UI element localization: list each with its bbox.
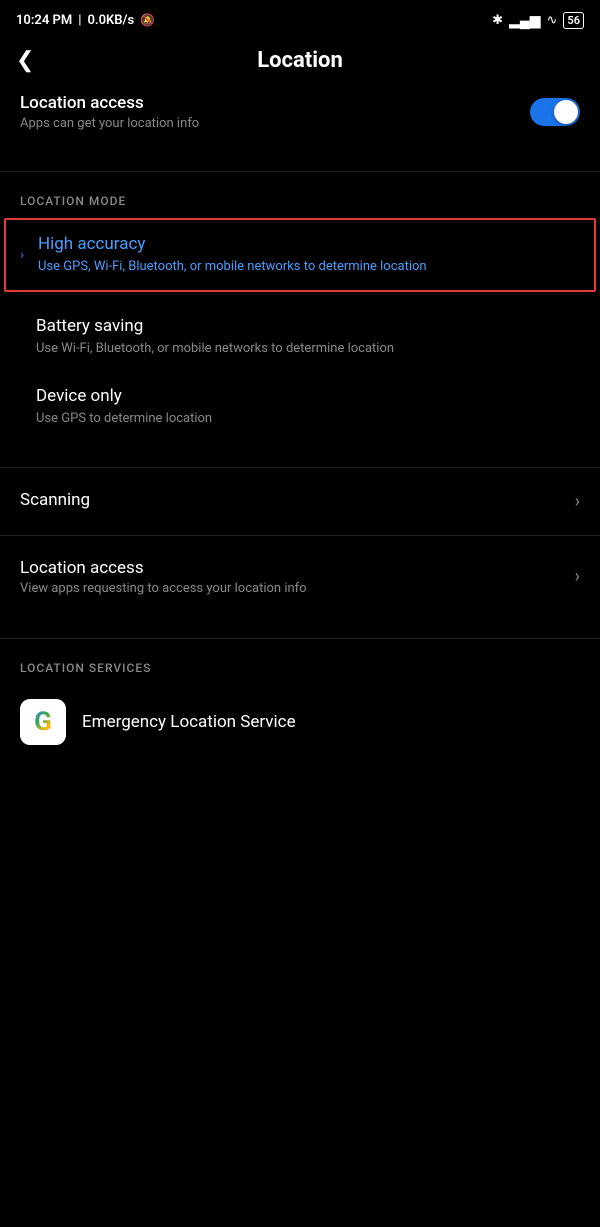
location-access-text: Location access Apps can get your locati… [20,93,199,131]
divider-1 [0,171,600,172]
network-speed: | [78,13,81,28]
high-accuracy-desc: Use GPS, Wi-Fi, Bluetooth, or mobile net… [38,258,574,276]
status-left: 10:24 PM | 0.0KB/s 🔕 [16,13,155,28]
scanning-menu-item[interactable]: Scanning › [0,472,600,531]
google-g-letter: G [34,707,52,737]
location-access-apps-text: Location access View apps requesting to … [20,558,307,596]
location-access-title: Location access [20,93,199,113]
location-access-chevron-icon: › [575,566,580,587]
location-mode-label: LOCATION MODE [0,176,600,218]
emergency-location-title: Emergency Location Service [82,712,296,732]
battery-saving-title: Battery saving [36,316,580,336]
emergency-location-item[interactable]: G Emergency Location Service [0,685,600,759]
device-only-title: Device only [36,386,580,406]
status-right: ✱ ▂▄▆ ∿ 56 [492,12,584,29]
mute-icon: 🔕 [140,13,155,27]
signal-icon: ▂▄▆ [509,12,540,29]
divider-3 [0,535,600,536]
time-display: 10:24 PM [16,13,72,28]
battery-saving-desc: Use Wi-Fi, Bluetooth, or mobile networks… [36,340,580,358]
scanning-chevron-icon: › [575,491,580,512]
selected-chevron-icon: › [20,247,24,263]
scanning-text: Scanning [20,490,90,513]
mode-item-device-only[interactable]: Device only Use GPS to determine locatio… [0,372,600,442]
location-services-label: LOCATION SERVICES [0,643,600,685]
location-access-row: Location access Apps can get your locati… [0,85,600,139]
location-access-apps-menu-item[interactable]: Location access View apps requesting to … [0,540,600,614]
device-only-desc: Use GPS to determine location [36,410,580,428]
location-access-apps-subtitle: View apps requesting to access your loca… [20,581,307,596]
back-button[interactable]: ❮ [16,48,34,73]
location-access-apps-title: Location access [20,558,307,578]
battery-indicator: 56 [563,12,584,29]
mode-item-high-accuracy[interactable]: › High accuracy Use GPS, Wi-Fi, Bluetoot… [4,218,596,292]
page-title: Location [257,48,343,73]
google-icon: G [20,699,66,745]
location-access-toggle[interactable] [530,98,580,126]
bluetooth-icon: ✱ [492,13,503,28]
high-accuracy-title: High accuracy [38,234,574,254]
network-speed-value: 0.0KB/s [87,13,134,28]
divider-2 [0,467,600,468]
top-nav: ❮ Location [0,36,600,85]
status-bar: 10:24 PM | 0.0KB/s 🔕 ✱ ▂▄▆ ∿ 56 [0,0,600,36]
divider-4 [0,638,600,639]
mode-item-battery-saving[interactable]: Battery saving Use Wi-Fi, Bluetooth, or … [0,302,600,372]
toggle-knob [554,100,578,124]
location-access-subtitle: Apps can get your location info [20,116,199,131]
wifi-icon: ∿ [547,13,558,28]
scanning-title: Scanning [20,490,90,510]
